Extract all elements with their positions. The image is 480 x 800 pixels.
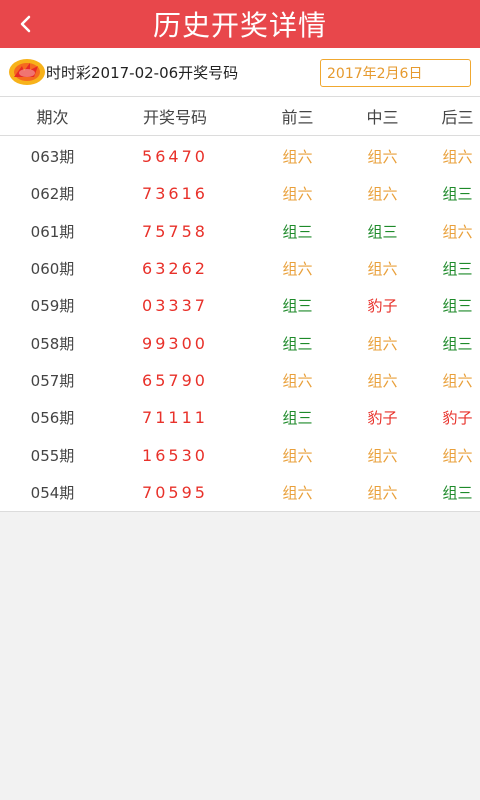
back-button[interactable] (0, 0, 52, 48)
period-cell: 054期 (30, 483, 75, 502)
period-cell: 059期 (30, 297, 75, 316)
table-row: 060期 63262 组六 组六 组三 (0, 250, 480, 287)
draw-number-cell: 70595 (142, 482, 208, 502)
draw-number-cell: 56470 (142, 147, 208, 167)
period-cell: 055期 (30, 446, 75, 465)
draw-number-cell: 63262 (142, 259, 208, 279)
chevron-left-icon (20, 15, 31, 33)
column-header-number: 开奖号码 (142, 108, 207, 127)
back-three-cell: 组三 (442, 334, 473, 353)
draw-number-cell: 75758 (142, 221, 208, 241)
front-three-cell: 组六 (282, 446, 313, 465)
table-row: 059期 03337 组三 豹子 组三 (0, 287, 480, 324)
period-cell: 057期 (30, 371, 75, 390)
draw-number-cell: 71111 (142, 408, 208, 428)
table-row: 063期 56470 组六 组六 组六 (0, 138, 480, 175)
back-three-cell: 组三 (442, 260, 473, 279)
period-cell: 060期 (30, 260, 75, 279)
front-three-cell: 组三 (282, 334, 313, 353)
back-three-cell: 组六 (442, 148, 473, 167)
middle-three-cell: 组六 (367, 446, 398, 465)
back-three-cell: 组六 (442, 222, 473, 241)
draw-number-cell: 73616 (142, 184, 208, 204)
middle-three-cell: 豹子 (367, 297, 398, 316)
date-picker[interactable]: 2017年2月6日 (320, 59, 471, 87)
front-three-cell: 组六 (282, 185, 313, 204)
period-cell: 063期 (30, 148, 75, 167)
top-app-bar: 历史开奖详情 (0, 0, 480, 48)
middle-three-cell: 组六 (367, 371, 398, 390)
table-header: 期次 开奖号码 前三 中三 后三 (0, 97, 480, 136)
period-cell: 056期 (30, 409, 75, 428)
draw-number-cell: 99300 (142, 333, 208, 353)
front-three-cell: 组六 (282, 371, 313, 390)
history-table: 期次 开奖号码 前三 中三 后三 063期 56470 组六 组六 组六 062期 7361… (0, 97, 480, 512)
front-three-cell: 组三 (282, 222, 313, 241)
period-cell: 061期 (30, 222, 75, 241)
back-three-cell: 组三 (442, 185, 473, 204)
draw-number-cell: 03337 (142, 296, 208, 316)
table-row: 057期 65790 组六 组六 组六 (0, 362, 480, 399)
draw-number-cell: 65790 (142, 370, 208, 390)
front-three-cell: 组三 (282, 409, 313, 428)
front-three-cell: 组六 (282, 148, 313, 167)
draw-info-label: 时时彩2017-02-06开奖号码 (46, 64, 239, 82)
column-header-period: 期次 (36, 108, 69, 127)
table-row: 056期 71111 组三 豹子 豹子 (0, 399, 480, 436)
column-header-back-three: 后三 (441, 108, 474, 127)
column-header-front-three: 前三 (281, 108, 314, 127)
lottery-logo-icon (8, 57, 46, 87)
period-cell: 062期 (30, 185, 75, 204)
back-three-cell: 组六 (442, 446, 473, 465)
back-three-cell: 豹子 (442, 409, 473, 428)
middle-three-cell: 组六 (367, 185, 398, 204)
middle-three-cell: 组六 (367, 483, 398, 502)
draw-number-cell: 16530 (142, 445, 208, 465)
back-three-cell: 组三 (442, 297, 473, 316)
middle-three-cell: 组六 (367, 260, 398, 279)
table-row: 055期 16530 组六 组六 组六 (0, 436, 480, 473)
table-row: 061期 75758 组三 组三 组六 (0, 213, 480, 250)
table-row: 058期 99300 组三 组六 组三 (0, 324, 480, 361)
middle-three-cell: 组三 (367, 222, 398, 241)
column-header-middle-three: 中三 (366, 108, 399, 127)
middle-three-cell: 组六 (367, 148, 398, 167)
back-three-cell: 组三 (442, 483, 473, 502)
front-three-cell: 组三 (282, 297, 313, 316)
table-row: 054期 70595 组六 组六 组三 (0, 474, 480, 511)
table-body: 063期 56470 组六 组六 组六 062期 73616 组六 组六 组三 061期 75758 组… (0, 136, 480, 511)
back-three-cell: 组六 (442, 371, 473, 390)
front-three-cell: 组六 (282, 483, 313, 502)
page-title: 历史开奖详情 (152, 9, 327, 42)
period-cell: 058期 (30, 334, 75, 353)
middle-three-cell: 组六 (367, 334, 398, 353)
front-three-cell: 组六 (282, 260, 313, 279)
middle-three-cell: 豹子 (367, 409, 398, 428)
table-row: 062期 73616 组六 组六 组三 (0, 175, 480, 212)
